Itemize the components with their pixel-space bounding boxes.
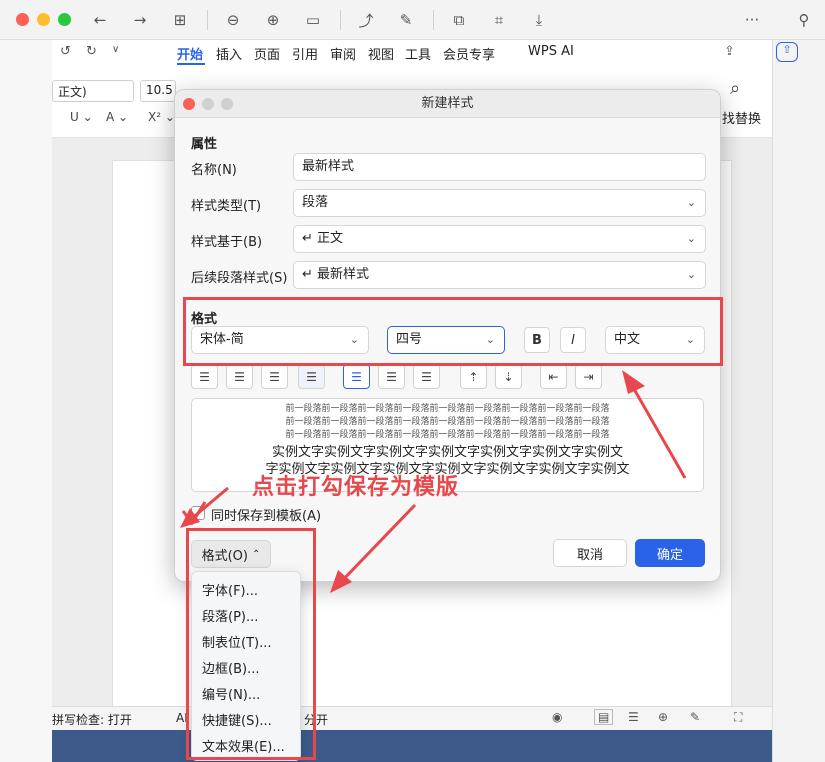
tab-home[interactable]: 开始	[177, 44, 203, 63]
fullscreen-icon[interactable]: ⛶	[734, 710, 742, 725]
spell-check-toggle[interactable]: 拼写检查: 打开	[52, 711, 132, 728]
window-titlebar: ← → ⊞ ⊖ ⊕ ▭ ⤴ ✎ ⧉ ⌗ ⤓ ··· ⚲	[0, 0, 825, 40]
eye-icon[interactable]: ◉	[552, 710, 562, 724]
redo-icon[interactable]: ↻	[86, 44, 97, 59]
align-justify-button[interactable]: ☰	[298, 364, 325, 389]
more-icon[interactable]: ···	[740, 8, 764, 32]
properties-heading: 属性	[191, 137, 218, 152]
underline-icon[interactable]: U ⌄	[70, 110, 93, 124]
active-tab-indicator	[177, 63, 205, 65]
superscript-icon[interactable]: X² ⌄	[148, 110, 175, 124]
dialog-close-button[interactable]	[183, 98, 195, 110]
chevron-down-icon[interactable]: ∨	[112, 44, 119, 55]
tab-page[interactable]: 页面	[254, 44, 280, 63]
undo-icon[interactable]: ↺	[60, 44, 71, 59]
increase-indent-button[interactable]: ⇥	[575, 364, 602, 389]
taskbar	[52, 730, 772, 762]
crop-icon[interactable]: ⌗	[487, 8, 511, 32]
minimize-window-button[interactable]	[37, 13, 50, 26]
markup-icon[interactable]: ✎	[394, 8, 418, 32]
tab-insert[interactable]: 插入	[216, 44, 242, 63]
paragraph-mark-icon: ↵	[302, 231, 318, 246]
tab-tools[interactable]: 工具	[405, 44, 431, 63]
close-window-button[interactable]	[16, 13, 29, 26]
format-section-highlight	[183, 297, 723, 366]
next-style-label: 后续段落样式(S)	[191, 271, 288, 286]
paragraph-mark-icon: ↵	[302, 267, 318, 282]
preview-sample-text: 实例文字实例文字实例文字实例文字实例文字实例文字实例文	[271, 445, 623, 460]
tab-references[interactable]: 引用	[292, 44, 318, 63]
preview-previous-paragraph: 前一段落前一段落前一段落前一段落前一段落前一段落前一段落前一段落前一段落	[285, 430, 610, 440]
next-style-select[interactable]: ↵ 最新样式 ⌄	[293, 261, 706, 289]
forward-arrow-icon[interactable]: →	[128, 8, 152, 32]
cancel-button[interactable]: 取消	[553, 539, 627, 567]
find-replace-button[interactable]: 找替换	[722, 108, 761, 127]
preview-previous-paragraph: 前一段落前一段落前一段落前一段落前一段落前一段落前一段落前一段落前一段落	[285, 404, 610, 414]
download-icon[interactable]: ⤓	[527, 8, 551, 32]
page-view-icon[interactable]: ▤	[594, 709, 614, 725]
space-after-button[interactable]: ⇣	[495, 364, 522, 389]
tab-view[interactable]: 视图	[368, 44, 394, 63]
style-type-select[interactable]: 段落 ⌄	[293, 189, 706, 217]
tab-review[interactable]: 审阅	[330, 44, 356, 63]
based-on-value: 正文	[317, 231, 344, 246]
status-bar: 拼写检查: 打开 AI 分开 ◉ ▤ ☰ ⊕ ✎ ⛶	[52, 706, 772, 730]
preview-previous-paragraph: 前一段落前一段落前一段落前一段落前一段落前一段落前一段落前一段落前一段落	[285, 417, 610, 427]
save-to-template-label[interactable]: 同时保存到模板(A)	[211, 505, 321, 524]
ribbon-tabs: ↺ ↻ ∨ 开始 插入 页面 引用 审阅 视图 工具 会员专享 WPS AI ⇪	[52, 40, 772, 66]
style-name-input[interactable]: 最新样式	[293, 153, 706, 181]
align-left-button[interactable]: ☰	[191, 364, 218, 389]
pin-icon[interactable]: ⚲	[792, 8, 816, 32]
tab-wps-ai[interactable]: WPS AI	[528, 44, 574, 59]
line-spacing-single-button[interactable]: ☰	[343, 364, 370, 389]
dialog-minimize-button	[202, 98, 214, 110]
dialog-title: 新建样式	[175, 90, 720, 118]
tab-member[interactable]: 会员专享	[443, 44, 495, 63]
annotation-text: 点击打勾保存为模版	[252, 475, 460, 500]
search-icon[interactable]: ⌕	[730, 78, 740, 99]
save-to-template-checkbox[interactable]	[191, 506, 205, 520]
back-arrow-icon[interactable]: ←	[88, 8, 112, 32]
actual-size-icon[interactable]: ▭	[301, 8, 325, 32]
style-selector[interactable]: 正文)	[52, 80, 134, 102]
strikethrough-icon[interactable]: A ⌄	[106, 110, 128, 124]
name-label: 名称(N)	[191, 163, 237, 178]
grid-view-icon[interactable]: ⊞	[168, 8, 192, 32]
rotate-icon[interactable]: ⤴	[354, 8, 378, 32]
ok-button[interactable]: 确定	[635, 539, 705, 567]
font-size-selector[interactable]: 10.5	[140, 80, 176, 102]
decrease-indent-button[interactable]: ⇤	[540, 364, 567, 389]
line-spacing-double-button[interactable]: ☰	[413, 364, 440, 389]
web-view-icon[interactable]: ⊕	[658, 710, 668, 724]
zoom-window-button[interactable]	[58, 13, 71, 26]
zoom-in-icon[interactable]: ⊕	[261, 8, 285, 32]
align-center-button[interactable]: ☰	[226, 364, 253, 389]
style-type-label: 样式类型(T)	[191, 199, 262, 214]
style-name-value: 最新样式	[302, 159, 355, 174]
chevron-down-icon: ⌄	[686, 196, 696, 209]
zoom-out-icon[interactable]: ⊖	[221, 8, 245, 32]
copy-icon[interactable]: ⧉	[447, 8, 471, 32]
format-menu-highlight	[186, 528, 316, 760]
style-type-value: 段落	[302, 195, 329, 210]
outline-view-icon[interactable]: ☰	[628, 710, 639, 724]
next-style-value: 最新样式	[317, 267, 370, 282]
cloud-upload-icon[interactable]: ⇧	[776, 42, 798, 62]
pen-icon[interactable]: ✎	[690, 710, 700, 724]
share-icon[interactable]: ⇪	[724, 44, 735, 59]
dialog-zoom-button	[221, 98, 233, 110]
chevron-down-icon: ⌄	[686, 232, 696, 245]
based-on-label: 样式基于(B)	[191, 235, 263, 250]
left-margin	[0, 40, 52, 762]
align-right-button[interactable]: ☰	[261, 364, 288, 389]
chevron-down-icon: ⌄	[686, 268, 696, 281]
based-on-select[interactable]: ↵ 正文 ⌄	[293, 225, 706, 253]
line-spacing-onehalf-button[interactable]: ☰	[378, 364, 405, 389]
right-panel: ⇧	[772, 40, 825, 762]
space-before-button[interactable]: ⇡	[460, 364, 487, 389]
